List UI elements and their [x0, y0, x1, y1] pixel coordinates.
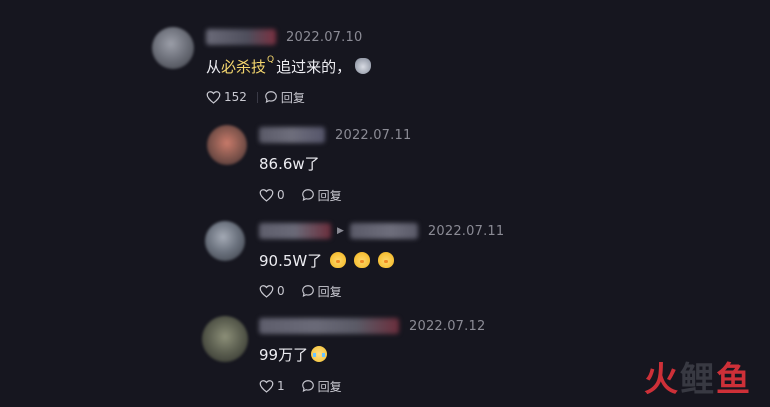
avatar[interactable]: [152, 27, 194, 69]
search-keyword-link[interactable]: 必杀技: [221, 56, 266, 77]
like-button[interactable]: 0: [259, 188, 285, 202]
reply-to-username-blurred[interactable]: [349, 223, 418, 239]
like-button[interactable]: 0: [259, 284, 285, 298]
comment-text: 86.6w了: [259, 154, 320, 173]
chick-icon: [378, 252, 395, 268]
avatar[interactable]: [207, 125, 247, 165]
comment-text: 90.5W了: [259, 249, 504, 271]
heart-icon: [259, 380, 274, 393]
heart-icon: [259, 285, 274, 298]
like-button[interactable]: 152: [206, 90, 247, 104]
comment-date: 2022.07.12: [409, 318, 486, 334]
watermark-char: 火: [644, 360, 680, 400]
avatar[interactable]: [202, 316, 248, 362]
comment-text: 99万了: [259, 343, 485, 365]
like-count: 0: [277, 284, 285, 298]
like-button[interactable]: 1: [259, 379, 285, 393]
like-count: 152: [224, 90, 247, 104]
crying-face-icon: [311, 346, 328, 362]
reply-item: 2022.07.12 99万了 1 回复: [202, 316, 485, 395]
divider: [256, 91, 258, 103]
cat-face-icon: [355, 58, 372, 74]
username-blurred[interactable]: [259, 223, 331, 239]
watermark-char: 鱼: [716, 360, 752, 400]
watermark-char: 鲤: [680, 360, 716, 400]
reply-item: 2022.07.11 86.6w了 0 回复: [207, 125, 411, 204]
reply-bubble-icon: [301, 189, 314, 201]
comment-text: 从 必杀技 Q 追过来的，: [206, 55, 372, 77]
watermark-logo: 火 鲤 鱼: [644, 352, 752, 401]
reply-button[interactable]: 回复: [301, 378, 342, 395]
heart-icon: [206, 91, 221, 104]
avatar[interactable]: [205, 221, 245, 261]
like-count: 0: [277, 188, 285, 202]
heart-icon: [259, 189, 274, 202]
chick-icon: [330, 252, 347, 268]
reply-label: 回复: [317, 379, 342, 394]
reply-to-arrow-icon: ▶: [337, 226, 344, 236]
reply-label: 回复: [280, 90, 305, 105]
reply-label: 回复: [317, 284, 342, 299]
username-blurred[interactable]: [206, 29, 276, 45]
reply-button[interactable]: 回复: [301, 283, 342, 300]
username-blurred[interactable]: [259, 318, 399, 334]
reply-bubble-icon: [301, 380, 314, 392]
comment-section: 2022.07.10 从 必杀技 Q 追过来的， 152 回复 2022.07.…: [0, 0, 770, 407]
comment-date: 2022.07.10: [286, 29, 363, 45]
comment-date: 2022.07.11: [335, 127, 412, 143]
reply-bubble-icon: [301, 285, 314, 297]
username-blurred[interactable]: [259, 127, 325, 143]
chick-icon: [354, 252, 371, 268]
reply-label: 回复: [317, 188, 342, 203]
reply-button[interactable]: 回复: [301, 187, 342, 204]
reply-item: ▶ 2022.07.11 90.5W了 0 回复: [205, 221, 504, 300]
reply-button[interactable]: 回复: [264, 89, 305, 106]
comment-date: 2022.07.11: [427, 223, 505, 239]
like-count: 1: [277, 379, 285, 393]
comment-item: 2022.07.10 从 必杀技 Q 追过来的， 152 回复: [152, 27, 372, 106]
reply-bubble-icon: [265, 91, 277, 103]
search-icon[interactable]: Q: [267, 55, 274, 65]
